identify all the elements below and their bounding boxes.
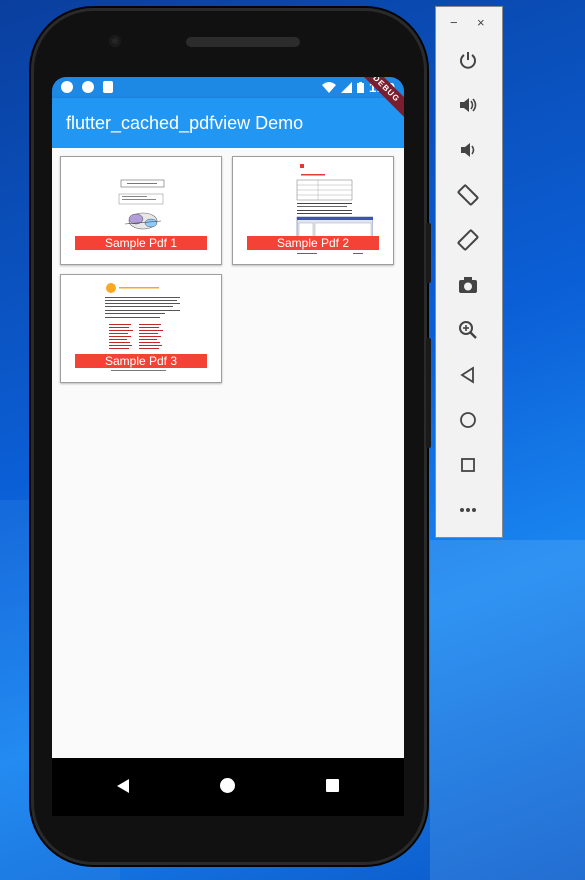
volume-side-button[interactable] xyxy=(426,338,431,448)
home-icon[interactable] xyxy=(453,405,483,435)
pdf-card-2[interactable]: Sample Pdf 2 xyxy=(232,156,394,265)
sync-icon xyxy=(82,81,94,93)
app-title: flutter_cached_pdfview Demo xyxy=(66,113,304,133)
nav-home-icon[interactable] xyxy=(220,778,235,793)
pdf-card-3[interactable]: Sample Pdf 3 xyxy=(60,274,222,383)
phone-frame: 1:20 flutter_cached_pdfview Demo DEBUG xyxy=(31,8,431,865)
nav-back-icon[interactable] xyxy=(117,779,129,793)
power-side-button[interactable] xyxy=(426,223,431,283)
battery-icon xyxy=(356,82,364,93)
status-bar: 1:20 xyxy=(52,77,404,98)
rotate-left-icon[interactable] xyxy=(453,180,483,210)
sd-card-icon xyxy=(103,81,113,93)
power-icon[interactable] xyxy=(453,45,483,75)
pdf-card-1[interactable]: Sample Pdf 1 xyxy=(60,156,222,265)
pdf-label: Sample Pdf 3 xyxy=(75,354,207,368)
notification-icon xyxy=(61,81,73,93)
close-button[interactable]: × xyxy=(477,15,485,30)
back-icon[interactable] xyxy=(453,360,483,390)
wifi-icon xyxy=(321,82,336,93)
pdf-grid-page: Sample Pdf 1 Sample Pdf 2 Sample Pdf 3 xyxy=(52,148,404,758)
pdf-label: Sample Pdf 2 xyxy=(247,236,379,250)
nav-recents-icon[interactable] xyxy=(326,779,339,792)
rotate-right-icon[interactable] xyxy=(453,225,483,255)
desktop-light-beam xyxy=(430,540,585,880)
volume-up-icon[interactable] xyxy=(453,90,483,120)
app-bar: flutter_cached_pdfview Demo xyxy=(52,98,404,148)
volume-down-icon[interactable] xyxy=(453,135,483,165)
pdf-label: Sample Pdf 1 xyxy=(75,236,207,250)
zoom-icon[interactable] xyxy=(453,315,483,345)
phone-screen: 1:20 flutter_cached_pdfview Demo DEBUG xyxy=(52,77,404,758)
overview-icon[interactable] xyxy=(453,450,483,480)
signal-icon xyxy=(340,82,352,93)
front-camera xyxy=(109,35,121,47)
emulator-toolbar: − × xyxy=(435,6,503,538)
minimize-button[interactable]: − xyxy=(450,15,458,30)
android-nav-bar xyxy=(52,758,404,816)
earpiece-speaker xyxy=(186,37,300,47)
camera-icon[interactable] xyxy=(453,270,483,300)
more-icon[interactable] xyxy=(453,495,483,525)
